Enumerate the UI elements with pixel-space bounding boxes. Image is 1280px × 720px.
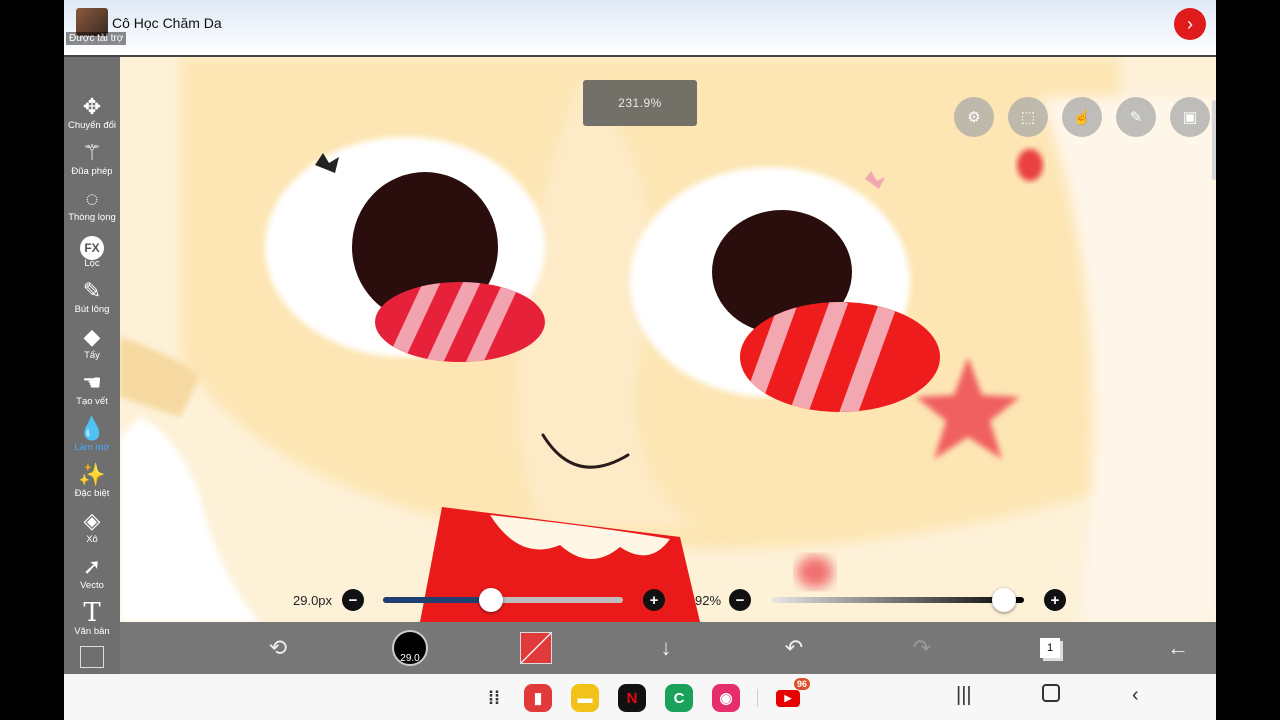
brush-size-label: 29.0px [293,593,333,608]
minus-icon: − [348,591,358,609]
plus-icon: + [649,591,659,609]
eyedropper-icon: ✎ [1129,109,1143,126]
opacity-label: 92% [695,593,722,608]
back-nav-button[interactable]: ‹ [1132,684,1139,707]
rotate-eraser-icon: ⟲ [268,635,288,660]
download-button[interactable]: ↓ [648,630,684,666]
tool-bucket[interactable]: ◈ Xô [64,508,120,546]
brush-preview-button[interactable]: 29.0 [392,630,428,666]
tool-vector[interactable]: ➚ Vecto [64,554,120,592]
back-chevron-icon: ‹ [1132,684,1139,706]
home-icon [1042,684,1060,702]
app-frame: Cô Học Chăm Da Được tài trợ › 231.9% ⚙ ⬚… [64,0,1216,720]
sponsored-ad-bar[interactable]: Cô Học Chăm Da Được tài trợ › [64,0,1216,57]
tool-special[interactable]: ✨ Đặc biệt [64,462,120,500]
tool-magic-wand[interactable]: ⚚ Đũa phép [64,140,120,178]
tool-text[interactable]: T Văn bản [64,600,120,638]
lasso-icon: ◌ [85,186,99,211]
bottom-toolbar: ⟲ 29.0 ↓ ↶ ↷ 1 ← [120,622,1216,674]
tool-brush[interactable]: ✎ Bút lông [64,278,120,316]
special-icon: ✨ [78,462,106,487]
youtube-badge: 96 [793,678,810,690]
tool-eraser[interactable]: ◆ Tẩy [64,324,120,362]
youtube-play-icon: ▶ [776,689,800,707]
selection-icon: ⬚ [1020,109,1036,126]
layers-icon: 1 [1040,638,1060,658]
opacity-increase[interactable]: + [1044,589,1066,611]
tool-sidebar: ✥ Chuyển đổi ⚚ Đũa phép ◌ Thòng lọng FX … [64,57,120,674]
recents-icon: ||| [956,684,972,706]
app-phone-icon[interactable]: C [665,684,693,712]
brush-icon: ✎ [82,278,102,303]
brush-size-decrease[interactable]: − [342,589,364,611]
plus-icon: + [1050,591,1060,609]
transform-button[interactable]: ⟲ [260,630,296,666]
tool-frame[interactable] [64,646,120,672]
text-icon: T [83,598,101,628]
app-red-icon[interactable]: ▮ [524,684,552,712]
brush-size-knob[interactable] [479,588,503,612]
layers-button[interactable]: 1 [1032,630,1068,666]
touch-button[interactable]: ☝ [1062,97,1102,137]
fx-icon: FX [64,232,120,260]
color-swatch-button[interactable] [518,630,554,666]
layer-count: 1 [1046,642,1054,654]
undo-button[interactable]: ↶ [776,630,812,666]
app-youtube-icon[interactable]: ▶ 96 [774,678,810,712]
back-button[interactable]: ← [1160,630,1196,666]
color-swatch [520,632,552,664]
brush-size-increase[interactable]: + [643,589,665,611]
opacity-knob[interactable] [991,588,1016,612]
blur-drop-icon: 💧 [78,416,106,441]
toggle-settings-button[interactable]: ⚙ [954,97,994,137]
arrow-left-icon: ← [1167,635,1189,660]
artwork [120,57,1216,622]
reference-image-button[interactable]: ▣ [1170,97,1210,137]
bucket-icon: ◈ [83,508,101,533]
vector-icon: ➚ [82,554,102,579]
drawing-canvas[interactable] [120,57,1216,622]
hand-touch-icon: ☝ [1072,109,1092,126]
chevron-right-icon: › [1187,13,1193,34]
tool-transform[interactable]: ✥ Chuyển đổi [64,94,120,132]
app-netflix-icon[interactable]: N [618,684,646,712]
brush-size-fill [383,597,491,603]
tool-lasso[interactable]: ◌ Thòng lọng [64,186,120,224]
app-files-icon[interactable]: ▬ [571,684,599,712]
home-button[interactable] [1042,684,1060,708]
move-icon: ✥ [82,94,102,119]
grid-icon: ⁞⁞ [488,687,500,708]
navbar-divider [757,689,758,707]
brush-preview-icon: 29.0 [392,630,428,666]
brush-preview-size: 29.0 [400,653,420,664]
recents-button[interactable]: ||| [956,684,972,707]
frame-icon [64,646,120,672]
magic-wand-icon: ⚚ [82,140,102,165]
redo-button[interactable]: ↷ [904,630,940,666]
tool-smudge[interactable]: ☚ Tạo vết [64,370,120,408]
selection-button[interactable]: ⬚ [1008,97,1048,137]
opacity-slider[interactable] [772,588,1024,612]
system-navbar: ⁞⁞ ▮ ▬ N C ◉ ▶ 96 ||| ‹ [64,674,1216,720]
app-drawer-button[interactable]: ⁞⁞ [480,684,508,712]
smudge-icon: ☚ [82,370,102,395]
eraser-icon: ◆ [83,324,101,349]
eyedropper-button[interactable]: ✎ [1116,97,1156,137]
image-icon: ▣ [1182,109,1198,126]
tool-filter[interactable]: FX Lọc [64,232,120,270]
undo-icon: ↶ [784,635,804,660]
minus-icon: − [735,591,745,609]
zoom-indicator: 231.9% [583,80,697,126]
app-camera-icon[interactable]: ◉ [712,684,740,712]
side-scroll-handle[interactable] [1212,100,1216,180]
ad-next-button[interactable]: › [1174,8,1206,40]
toggle-icon: ⚙ [967,109,981,126]
opacity-decrease[interactable]: − [729,589,751,611]
ad-title[interactable]: Cô Học Chăm Da [112,15,222,31]
arrow-down-icon: ↓ [660,635,672,660]
tool-blur[interactable]: 💧 Làm mờ [64,416,120,454]
sponsored-label: Được tài trợ [66,32,127,45]
redo-icon: ↷ [912,635,932,660]
brush-size-slider[interactable] [383,588,623,612]
